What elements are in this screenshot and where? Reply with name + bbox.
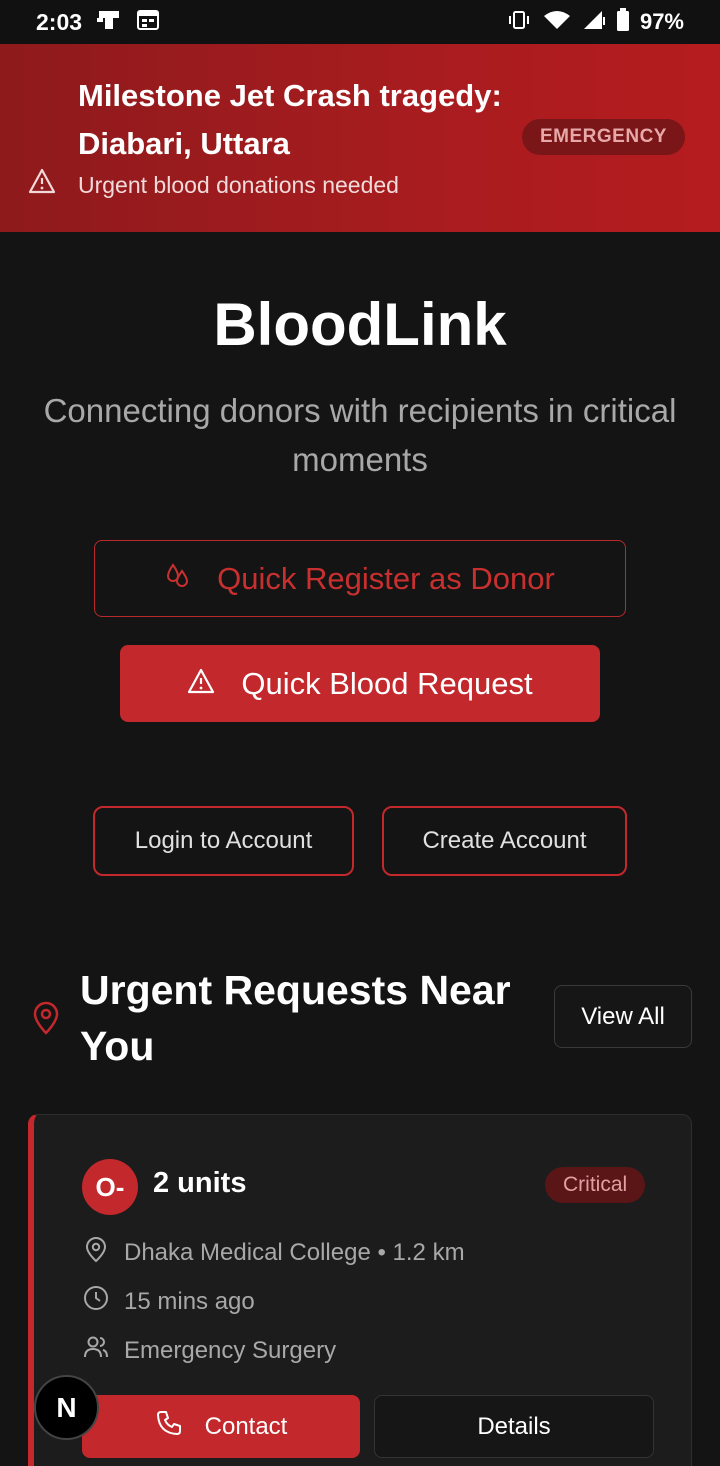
status-time: 2:03 (36, 8, 83, 35)
app-title: BloodLink (213, 291, 507, 358)
banner-subtitle: Urgent blood donations needed (78, 172, 399, 198)
time-text: 15 mins ago (124, 1287, 255, 1315)
quick-register-donor-button[interactable]: Quick Register as Donor (94, 540, 626, 617)
status-bar: 2:03 97% (0, 0, 720, 44)
signal-icon (582, 9, 606, 36)
users-icon (82, 1333, 110, 1368)
location-row: Dhaka Medical College • 1.2 km (82, 1235, 465, 1270)
blood-drop-icon (165, 561, 191, 597)
section-title: Urgent Requests Near You (80, 967, 511, 1069)
location-pin-icon (82, 1235, 110, 1270)
phone-icon (155, 1409, 183, 1444)
warning-icon (28, 168, 56, 199)
emergency-banner[interactable]: Milestone Jet Crash tragedy: Diabari, Ut… (0, 44, 720, 232)
reason-text: Emergency Surgery (124, 1336, 337, 1364)
contact-label: Contact (204, 1412, 288, 1440)
request-card[interactable]: O- 2 units Critical Dhaka Medical Colleg… (28, 1114, 692, 1466)
warning-icon (187, 666, 215, 702)
notification-icon (96, 9, 122, 36)
calendar-icon (136, 9, 160, 36)
battery-percent: 97% (639, 9, 684, 34)
details-button[interactable]: Details (374, 1395, 654, 1458)
emergency-badge: EMERGENCY (522, 119, 685, 155)
quick-blood-request-button[interactable]: Quick Blood Request (120, 645, 600, 722)
units-needed: 2 units (153, 1167, 247, 1199)
battery-icon (616, 7, 630, 37)
location-text: Dhaka Medical College • 1.2 km (124, 1238, 465, 1266)
dev-tools-badge[interactable]: N (34, 1375, 99, 1440)
contact-button[interactable]: Contact (82, 1395, 360, 1458)
blood-type-badge: O- (82, 1159, 138, 1215)
view-all-button[interactable]: View All (554, 985, 692, 1048)
request-label: Quick Blood Request (241, 665, 533, 701)
reason-row: Emergency Surgery (82, 1333, 336, 1368)
time-row: 15 mins ago (82, 1284, 255, 1319)
severity-badge: Critical (545, 1167, 646, 1203)
register-label: Quick Register as Donor (217, 560, 555, 596)
login-button[interactable]: Login to Account (93, 806, 354, 876)
location-pin-icon (30, 1000, 62, 1041)
vibrate-icon (506, 9, 532, 36)
clock-icon (82, 1284, 110, 1319)
wifi-icon (542, 9, 572, 36)
app-tagline: Connecting donors with recipients in cri… (43, 392, 677, 478)
banner-title: Milestone Jet Crash tragedy: Diabari, Ut… (78, 78, 502, 161)
create-account-button[interactable]: Create Account (382, 806, 627, 876)
